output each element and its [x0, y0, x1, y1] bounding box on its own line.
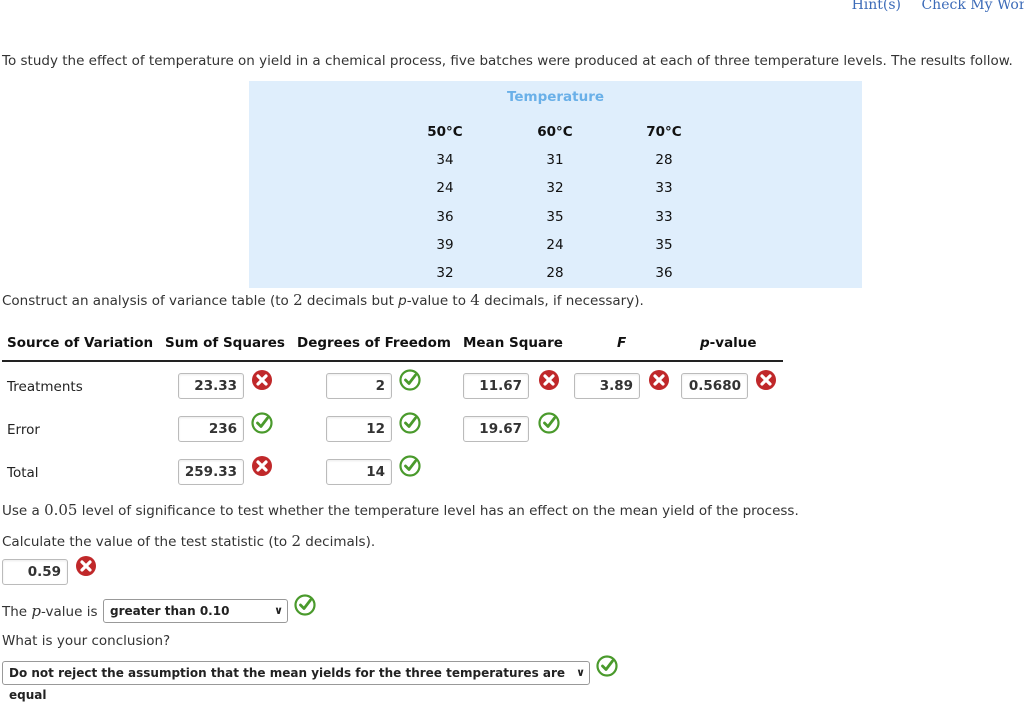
test-statistic-prompt: Calculate the value of the test statisti… — [2, 532, 375, 550]
check-my-work-link[interactable]: Check My Work — [921, 0, 1024, 13]
data-cell: 36 — [655, 265, 673, 282]
total-df-input[interactable]: 14 — [326, 459, 392, 485]
data-column: 70°C 28 33 33 35 36 — [624, 124, 704, 293]
data-cell: 28 — [655, 152, 673, 168]
text: decimals, if necessary). — [479, 293, 644, 309]
data-cell: 28 — [546, 265, 564, 282]
p-value-prompt: The p-value is — [2, 602, 97, 620]
column-header: 60°C — [537, 124, 573, 140]
treatments-p-value-input[interactable]: 0.5680 — [681, 373, 748, 399]
math-number: 2 — [293, 291, 303, 309]
text: -value — [709, 335, 757, 351]
text: p — [398, 293, 407, 309]
text: decimals). — [301, 534, 376, 550]
test-statistic-input[interactable]: 0.59 — [2, 559, 68, 585]
top-links: Hint(s) Check My Work — [836, 0, 1024, 13]
incorrect-icon — [756, 370, 776, 390]
hints-link[interactable]: Hint(s) — [852, 0, 901, 13]
correct-icon — [294, 594, 316, 616]
text: -value to — [406, 293, 471, 309]
conclusion-question: What is your conclusion? — [2, 633, 171, 649]
text: -value is — [41, 604, 98, 620]
error-df-input[interactable]: 12 — [326, 416, 392, 442]
data-cell: 35 — [655, 236, 673, 253]
data-cell: 35 — [546, 208, 564, 225]
error-ms-input[interactable]: 19.67 — [463, 416, 529, 442]
text: The — [2, 604, 32, 620]
header-source: Source of Variation — [7, 335, 154, 351]
header-divider — [2, 360, 783, 362]
data-table-title: Temperature — [506, 89, 605, 105]
total-ss-input[interactable]: 259.33 — [178, 459, 244, 485]
data-cell: 33 — [655, 208, 673, 225]
correct-icon — [596, 655, 618, 677]
data-cell: 24 — [436, 180, 454, 197]
treatments-df-input[interactable]: 2 — [326, 373, 392, 399]
math-number: 2 — [291, 532, 302, 550]
row-label-treatments: Treatments — [7, 379, 83, 395]
data-column: 50°C 34 24 36 39 32 — [405, 124, 485, 293]
math-number: 0.05 — [44, 501, 78, 519]
correct-icon — [251, 412, 273, 434]
chevron-down-icon: ∨ — [576, 666, 585, 679]
data-cell: 32 — [436, 265, 454, 282]
data-cell: 36 — [436, 208, 454, 225]
incorrect-icon — [252, 456, 272, 476]
treatments-ss-input[interactable]: 23.33 — [178, 373, 244, 399]
text: decimals but — [302, 293, 399, 309]
error-ss-input[interactable]: 236 — [178, 416, 244, 442]
text: p — [700, 335, 710, 351]
text: level of significance to test whether th… — [77, 503, 799, 519]
intro-text: To study the effect of temperature on yi… — [2, 53, 1013, 69]
conclusion-select[interactable]: Do not reject the assumption that the me… — [2, 661, 590, 702]
text: Use a — [2, 503, 45, 519]
data-cell: 34 — [436, 152, 454, 168]
text: Construct an analysis of variance table … — [2, 293, 294, 309]
incorrect-icon — [649, 370, 669, 390]
row-label-total: Total — [7, 465, 39, 481]
incorrect-icon — [252, 370, 272, 390]
data-cell: 33 — [655, 180, 673, 197]
construct-instructions: Construct an analysis of variance table … — [2, 291, 644, 309]
data-column: 60°C 31 32 35 24 28 — [515, 124, 595, 293]
math-number: 4 — [470, 291, 480, 309]
column-header: 50°C — [427, 124, 463, 140]
data-cell: 31 — [546, 152, 564, 168]
selected-option: greater than 0.10 — [110, 604, 230, 618]
incorrect-icon — [76, 556, 96, 576]
data-cell: 24 — [546, 236, 564, 253]
significance-text: Use a 0.05 level of significance to test… — [2, 501, 799, 519]
chevron-down-icon: ∨ — [274, 604, 283, 617]
treatments-f-input[interactable]: 3.89 — [574, 373, 640, 399]
header-f: F — [617, 335, 627, 351]
selected-option: Do not reject the assumption that the me… — [9, 666, 566, 702]
data-cell: 32 — [546, 180, 564, 197]
math-symbol: p — [31, 602, 42, 620]
column-header: 70°C — [646, 124, 682, 140]
row-label-error: Error — [7, 422, 40, 438]
treatments-ms-input[interactable]: 11.67 — [463, 373, 529, 399]
correct-icon — [399, 455, 421, 477]
p-value-select[interactable]: greater than 0.10 ∨ — [103, 599, 288, 623]
header-ss: Sum of Squares — [165, 335, 285, 351]
correct-icon — [399, 369, 421, 391]
header-ms: Mean Square — [463, 335, 563, 351]
text: Calculate the value of the test statisti… — [2, 534, 292, 550]
correct-icon — [538, 412, 560, 434]
header-df: Degrees of Freedom — [297, 335, 451, 351]
correct-icon — [399, 412, 421, 434]
header-p-value: p-value — [700, 335, 757, 351]
data-cell: 39 — [436, 236, 454, 253]
incorrect-icon — [539, 370, 559, 390]
data-table: Temperature 50°C 34 24 36 39 32 60°C 31 … — [249, 81, 862, 288]
